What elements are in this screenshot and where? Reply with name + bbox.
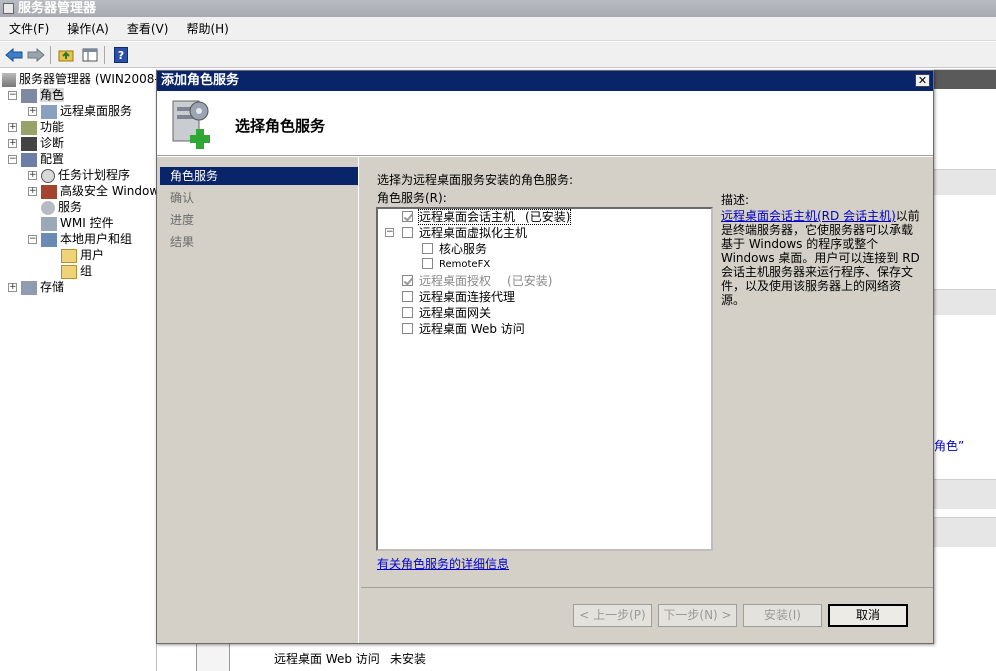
checkbox[interactable]	[422, 243, 433, 254]
back-arrow-icon[interactable]	[4, 45, 24, 65]
tree-item-roles[interactable]: − 角色	[8, 87, 65, 103]
rds-icon	[41, 104, 57, 119]
dialog-title-bar: 添加角色服务 ✕	[157, 71, 933, 91]
server-add-icon	[169, 97, 217, 149]
tree-item-diagnostics[interactable]: + 诊断	[8, 135, 64, 151]
menu-view[interactable]: 查看(V)	[118, 17, 178, 41]
add-role-services-dialog: 添加角色服务 ✕ 选择角色服务 角色服务 确认 进度 结果 选择为远程桌面服务安…	[156, 70, 934, 644]
server-icon	[2, 72, 16, 87]
tree-item-groups[interactable]: 组	[61, 263, 92, 279]
service-rd-session-host[interactable]: 远程桌面会话主机 (已安装)	[402, 209, 572, 225]
expand-icon[interactable]: +	[8, 123, 17, 132]
dialog-header: 选择角色服务	[157, 91, 933, 156]
step-confirm: 确认	[170, 191, 195, 205]
help-icon[interactable]: ?	[111, 45, 131, 65]
checkbox[interactable]	[402, 291, 413, 302]
step-results: 结果	[170, 235, 195, 249]
services-label: 角色服务(R):	[377, 191, 447, 205]
gear-icon	[41, 200, 55, 215]
svg-text:?: ?	[118, 49, 124, 62]
menu-file[interactable]: 文件(F)	[0, 17, 58, 41]
expand-icon[interactable]: +	[8, 139, 17, 148]
window-title: 服务器管理器	[18, 1, 97, 16]
instruction-text: 选择为远程桌面服务安装的角色服务:	[377, 173, 574, 187]
description-label: 描述:	[721, 193, 750, 207]
tree-root[interactable]: 服务器管理器 (WIN2008-	[2, 71, 156, 87]
tree-item-wmi[interactable]: WMI 控件	[41, 215, 114, 231]
checkbox[interactable]	[422, 257, 433, 269]
service-rd-virtualization-host[interactable]: 远程桌面虚拟化主机	[402, 225, 527, 241]
toolbar: ?	[0, 42, 996, 68]
dialog-heading: 选择角色服务	[235, 117, 326, 135]
collapse-icon[interactable]: −	[28, 235, 37, 244]
close-icon[interactable]: ✕	[915, 74, 930, 87]
service-remotefx[interactable]: RemoteFX	[422, 257, 490, 273]
wizard-steps: 角色服务 确认 进度 结果	[157, 157, 359, 643]
dialog-title: 添加角色服务	[161, 73, 240, 88]
diagnostics-icon	[21, 136, 37, 151]
collapse-icon[interactable]: −	[385, 228, 394, 237]
checkbox[interactable]	[402, 307, 413, 318]
features-icon	[21, 120, 37, 135]
service-rd-licensing[interactable]: 远程桌面授权 (已安装)	[402, 273, 552, 289]
roles-icon	[21, 88, 37, 103]
table-row: 远程桌面 Web 访问 未安装	[274, 652, 427, 666]
description-text: 远程桌面会话主机(RD 会话主机)以前是终端服务器，它使服务器可以承载基于 Wi…	[721, 209, 920, 307]
tree-item-users[interactable]: 用户	[61, 247, 104, 263]
button-bar: < 上一步(P) 下一步(N) > 安装(I) 取消	[361, 587, 933, 643]
config-icon	[21, 152, 37, 167]
role-services-tree[interactable]: 远程桌面会话主机 (已安装) − 远程桌面虚拟化主机 核心服务 RemoteFX …	[376, 207, 713, 551]
expand-icon[interactable]: +	[8, 283, 17, 292]
service-core-services[interactable]: 核心服务	[422, 241, 487, 257]
checkbox[interactable]	[402, 211, 413, 222]
tree-item-storage[interactable]: + 存储	[8, 279, 64, 295]
tree-item-rds[interactable]: + 远程桌面服务	[28, 103, 132, 119]
folder-icon	[61, 264, 77, 279]
service-rd-web-access[interactable]: 远程桌面 Web 访问	[402, 321, 525, 337]
more-info-link[interactable]: 有关角色服务的详细信息	[377, 555, 509, 572]
window-title-bar: 服务器管理器	[0, 0, 996, 17]
checkbox[interactable]	[402, 323, 413, 334]
step-role-services[interactable]: 角色服务	[160, 167, 358, 185]
tree-item-services[interactable]: 服务	[41, 199, 82, 215]
tree-item-tasks[interactable]: + 任务计划程序	[28, 167, 130, 183]
folder-icon	[61, 248, 77, 263]
clock-icon	[41, 168, 55, 183]
forward-arrow-icon[interactable]	[26, 45, 46, 65]
role-link-fragment[interactable]: 角色”	[934, 437, 964, 454]
step-progress: 进度	[170, 213, 195, 227]
step-content: 选择为远程桌面服务安装的角色服务: 角色服务(R): 远程桌面会话主机 (已安装)…	[361, 157, 933, 587]
show-hide-tree-icon[interactable]	[80, 45, 100, 65]
dialog-body: 角色服务 确认 进度 结果 选择为远程桌面服务安装的角色服务: 角色服务(R):…	[157, 157, 933, 643]
tree-item-localusers[interactable]: − 本地用户和组	[28, 231, 132, 247]
expand-icon[interactable]: +	[28, 187, 37, 196]
expand-icon[interactable]: +	[28, 107, 37, 116]
next-button[interactable]: 下一步(N) >	[658, 604, 737, 627]
tree-item-features[interactable]: + 功能	[8, 119, 64, 135]
previous-button[interactable]: < 上一步(P)	[573, 604, 652, 627]
expand-icon[interactable]: +	[28, 171, 37, 180]
menu-action[interactable]: 操作(A)	[58, 17, 118, 41]
users-group-icon	[41, 232, 57, 247]
menu-bar: 文件(F) 操作(A) 查看(V) 帮助(H)	[0, 17, 996, 41]
tree-item-config[interactable]: − 配置	[8, 151, 64, 167]
description-link[interactable]: 远程桌面会话主机(RD 会话主机)	[721, 209, 896, 223]
cancel-button[interactable]: 取消	[828, 604, 908, 627]
collapse-icon[interactable]: −	[8, 91, 17, 100]
navigation-tree: 服务器管理器 (WIN2008- − 角色 + 远程桌面服务 + 功能 + 诊断 − 配置…	[0, 69, 157, 671]
wmi-icon	[41, 216, 57, 231]
service-rd-gateway[interactable]: 远程桌面网关	[402, 305, 491, 321]
firewall-icon	[41, 184, 57, 199]
install-button[interactable]: 安装(I)	[743, 604, 822, 627]
server-manager-icon	[3, 3, 14, 14]
menu-help[interactable]: 帮助(H)	[177, 17, 237, 41]
checkbox[interactable]	[402, 227, 413, 238]
checkbox[interactable]	[402, 275, 413, 286]
tree-item-firewall[interactable]: + 高级安全 Window	[28, 183, 156, 199]
service-rd-connection-broker[interactable]: 远程桌面连接代理	[402, 289, 515, 305]
role-services-list: 远程桌面 Web 访问 未安装	[230, 644, 730, 671]
collapse-icon[interactable]: −	[8, 155, 17, 164]
storage-icon	[21, 280, 37, 295]
up-folder-icon[interactable]	[56, 45, 76, 65]
